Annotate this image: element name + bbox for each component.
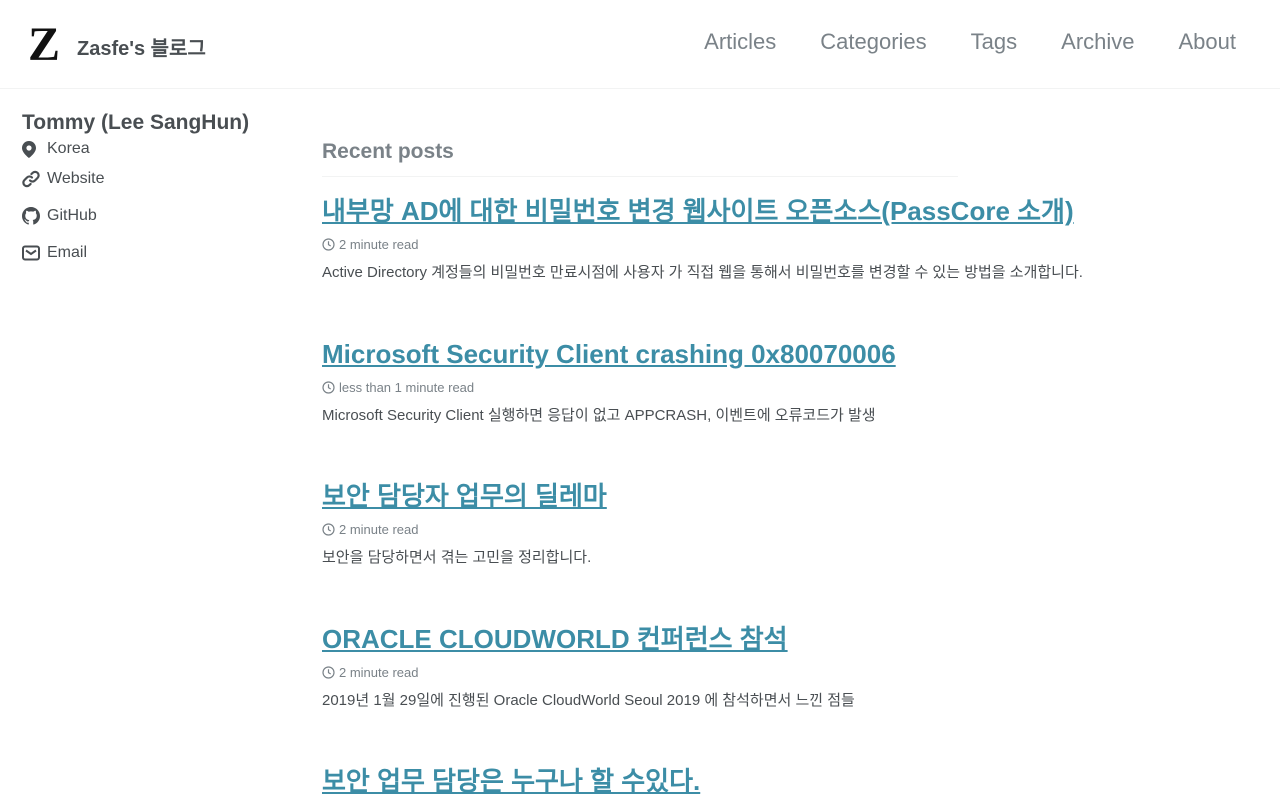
post-title-link[interactable]: ORACLE CLOUDWORLD 컨퍼런스 참석: [322, 624, 1022, 655]
read-time: 2 minute read: [339, 522, 419, 538]
logo-letter: Z: [28, 22, 60, 66]
post-meta: 2 minute read: [322, 237, 1022, 252]
post-excerpt: Microsoft Security Client 실행하면 응답이 없고 AP…: [322, 407, 876, 425]
clock-icon: [322, 238, 335, 251]
author-github-link[interactable]: GitHub: [22, 197, 105, 234]
nav-tags[interactable]: Tags: [971, 29, 1017, 55]
post-item: ORACLE CLOUDWORLD 컨퍼런스 참석 2 minute read …: [322, 624, 1022, 710]
masthead: Z Zasfe's 블로그 Articles Categories Tags A…: [0, 0, 1280, 89]
post-meta: 2 minute read: [322, 665, 1022, 680]
email-label[interactable]: Email: [47, 244, 87, 262]
author-links: Korea Website GitHub Email: [22, 138, 105, 271]
author-email-link[interactable]: Email: [22, 234, 105, 271]
site-title[interactable]: Zasfe's 블로그: [77, 32, 206, 61]
link-icon: [22, 170, 43, 188]
read-time: 2 minute read: [339, 665, 419, 681]
post-item: Microsoft Security Client crashing 0x800…: [322, 339, 1022, 425]
recent-posts-heading: Recent posts: [322, 140, 958, 177]
post-excerpt: 2019년 1월 29일에 진행된 Oracle CloudWorld Seou…: [322, 692, 855, 710]
github-label[interactable]: GitHub: [47, 207, 97, 225]
post-title-link[interactable]: Microsoft Security Client crashing 0x800…: [322, 339, 1022, 370]
post-excerpt: 보안을 담당하면서 겪는 고민을 정리합니다.: [322, 549, 592, 567]
clock-icon: [322, 523, 335, 536]
clock-icon: [322, 666, 335, 679]
location-label: Korea: [47, 140, 90, 157]
post-meta: less than 1 minute read: [322, 380, 1022, 395]
nav-categories[interactable]: Categories: [820, 29, 926, 55]
post-item: 보안 담당자 업무의 딜레마 2 minute read 보안을 담당하면서 겪…: [322, 481, 1022, 567]
post-title-link[interactable]: 내부망 AD에 대한 비밀번호 변경 웹사이트 오픈소스(PassCore 소개…: [322, 196, 1074, 227]
post-title-link[interactable]: 보안 업무 담당은 누구나 할 수있다.: [322, 766, 1022, 797]
read-time: less than 1 minute read: [339, 380, 475, 396]
nav-articles[interactable]: Articles: [704, 29, 776, 55]
envelope-icon: [22, 244, 43, 262]
post-item: 내부망 AD에 대한 비밀번호 변경 웹사이트 오픈소스(PassCore 소개…: [322, 196, 1083, 282]
github-icon: [22, 206, 43, 225]
recent-posts: Recent posts 내부망 AD에 대한 비밀번호 변경 웹사이트 오픈소…: [322, 140, 1083, 796]
post-excerpt: Active Directory 계정들의 비밀번호 만료시점에 사용자 가 직…: [322, 264, 1083, 282]
website-label[interactable]: Website: [47, 170, 105, 188]
post-item: 보안 업무 담당은 누구나 할 수있다.: [322, 766, 1022, 797]
author-website-link[interactable]: Website: [22, 160, 105, 197]
map-marker-icon: [22, 140, 43, 158]
read-time: 2 minute read: [339, 237, 419, 253]
post-meta: 2 minute read: [322, 522, 1022, 537]
author-name: Tommy (Lee SangHun): [22, 111, 250, 134]
nav-about[interactable]: About: [1179, 29, 1237, 55]
main-nav: Articles Categories Tags Archive About: [704, 29, 1236, 55]
site-logo[interactable]: Z: [22, 18, 66, 71]
clock-icon: [322, 381, 335, 394]
author-location: Korea: [22, 138, 105, 160]
nav-archive[interactable]: Archive: [1061, 29, 1134, 55]
post-title-link[interactable]: 보안 담당자 업무의 딜레마: [322, 481, 1022, 512]
